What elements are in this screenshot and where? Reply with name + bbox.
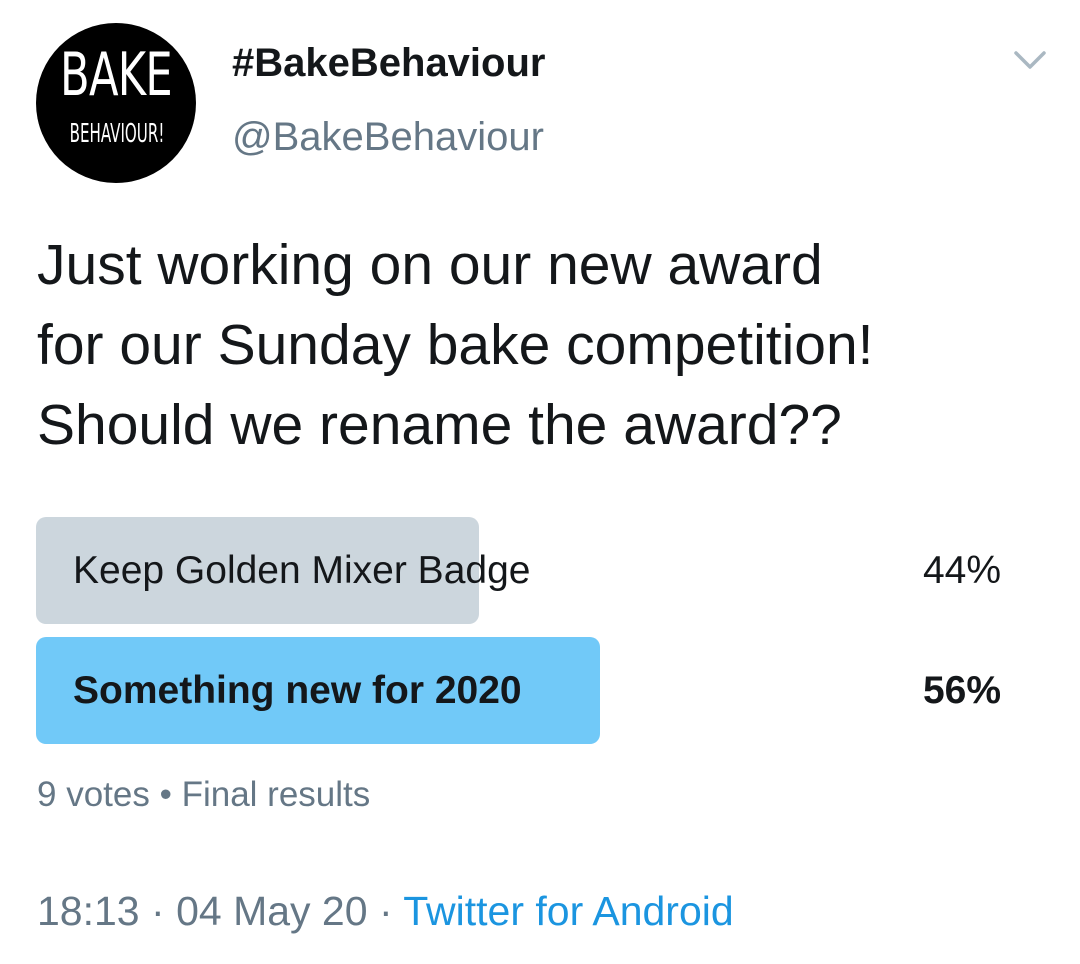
poll-option-label: Keep Golden Mixer Badge — [73, 549, 531, 592]
poll-option: Keep Golden Mixer Badge 44% — [36, 517, 1036, 624]
display-name[interactable]: #BakeBehaviour — [232, 38, 545, 88]
poll-option-percent: 56% — [922, 669, 1001, 712]
avatar-logo-line-1: BAKE — [60, 40, 173, 110]
poll-option-percent: 44% — [922, 549, 1001, 592]
tweet-time[interactable]: 18:13 — [37, 888, 140, 934]
avatar-logo-line-2: BEHAVIOUR! — [69, 119, 165, 149]
tweet-source-link[interactable]: Twitter for Android — [403, 888, 733, 934]
tweet-timestamp: 18:13 · 04 May 20 · Twitter for Android — [37, 884, 734, 938]
avatar[interactable]: BAKE BEHAVIOUR! — [36, 23, 196, 183]
separator-dot: • — [159, 775, 172, 814]
tweet-date[interactable]: 04 May 20 — [176, 888, 367, 934]
poll-option: Something new for 2020 56% — [36, 637, 1036, 744]
user-handle[interactable]: @BakeBehaviour — [232, 112, 544, 162]
poll-vote-count: 9 votes — [37, 775, 150, 814]
separator-dot: · — [378, 888, 393, 934]
poll-status: Final results — [181, 775, 371, 814]
chevron-down-icon[interactable] — [1012, 48, 1048, 72]
poll-summary: 9 votes • Final results — [37, 772, 370, 818]
separator-dot: · — [151, 888, 165, 934]
tweet-text-line: Should we rename the award?? — [37, 393, 842, 457]
tweet-text-line: for our Sunday bake competition! — [37, 313, 874, 377]
tweet-text: Just working on our new award for our Su… — [37, 225, 1047, 465]
poll-option-label: Something new for 2020 — [73, 669, 522, 712]
tweet-text-line: Just working on our new award — [37, 233, 823, 297]
